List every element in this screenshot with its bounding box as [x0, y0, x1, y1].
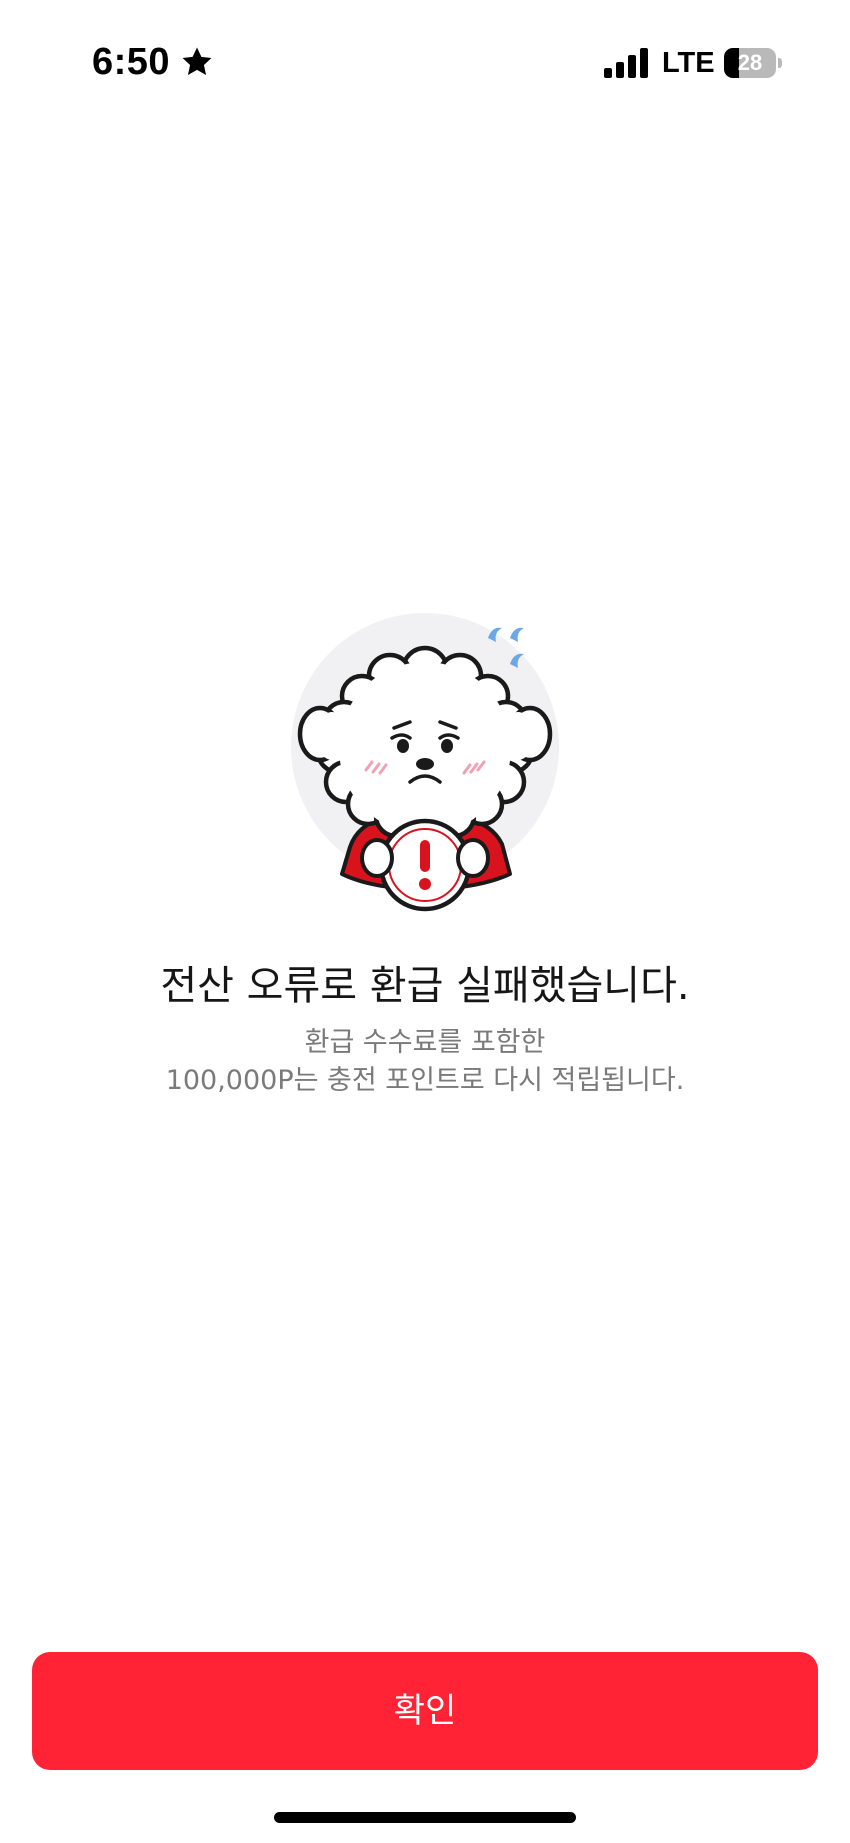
- error-description-line-2: 100,000P는 충전 포인트로 다시 적립됩니다.: [165, 1065, 685, 1096]
- home-indicator[interactable]: [274, 1812, 576, 1823]
- battery-level: 28: [737, 50, 763, 75]
- error-description-line-1: 환급 수수료를 포함한: [304, 1027, 546, 1058]
- cellular-signal-icon: [604, 48, 648, 78]
- sad-poodle-mascot-icon: [291, 613, 559, 912]
- error-title: 전산 오류로 환급 실패했습니다.: [160, 963, 690, 1009]
- status-bar: 6:50 LTE 28: [0, 0, 850, 130]
- network-type-label: LTE: [662, 47, 715, 79]
- confirm-button[interactable]: 확인: [32, 1652, 818, 1770]
- battery-nub: [778, 58, 782, 68]
- battery-icon: 28: [724, 48, 782, 78]
- star-icon: [182, 47, 212, 76]
- status-time: 6:50: [92, 41, 171, 83]
- battery-shell: 28: [724, 48, 776, 78]
- error-description: 환급 수수료를 포함한 100,000P는 충전 포인트로 다시 적립됩니다.: [0, 1024, 850, 1100]
